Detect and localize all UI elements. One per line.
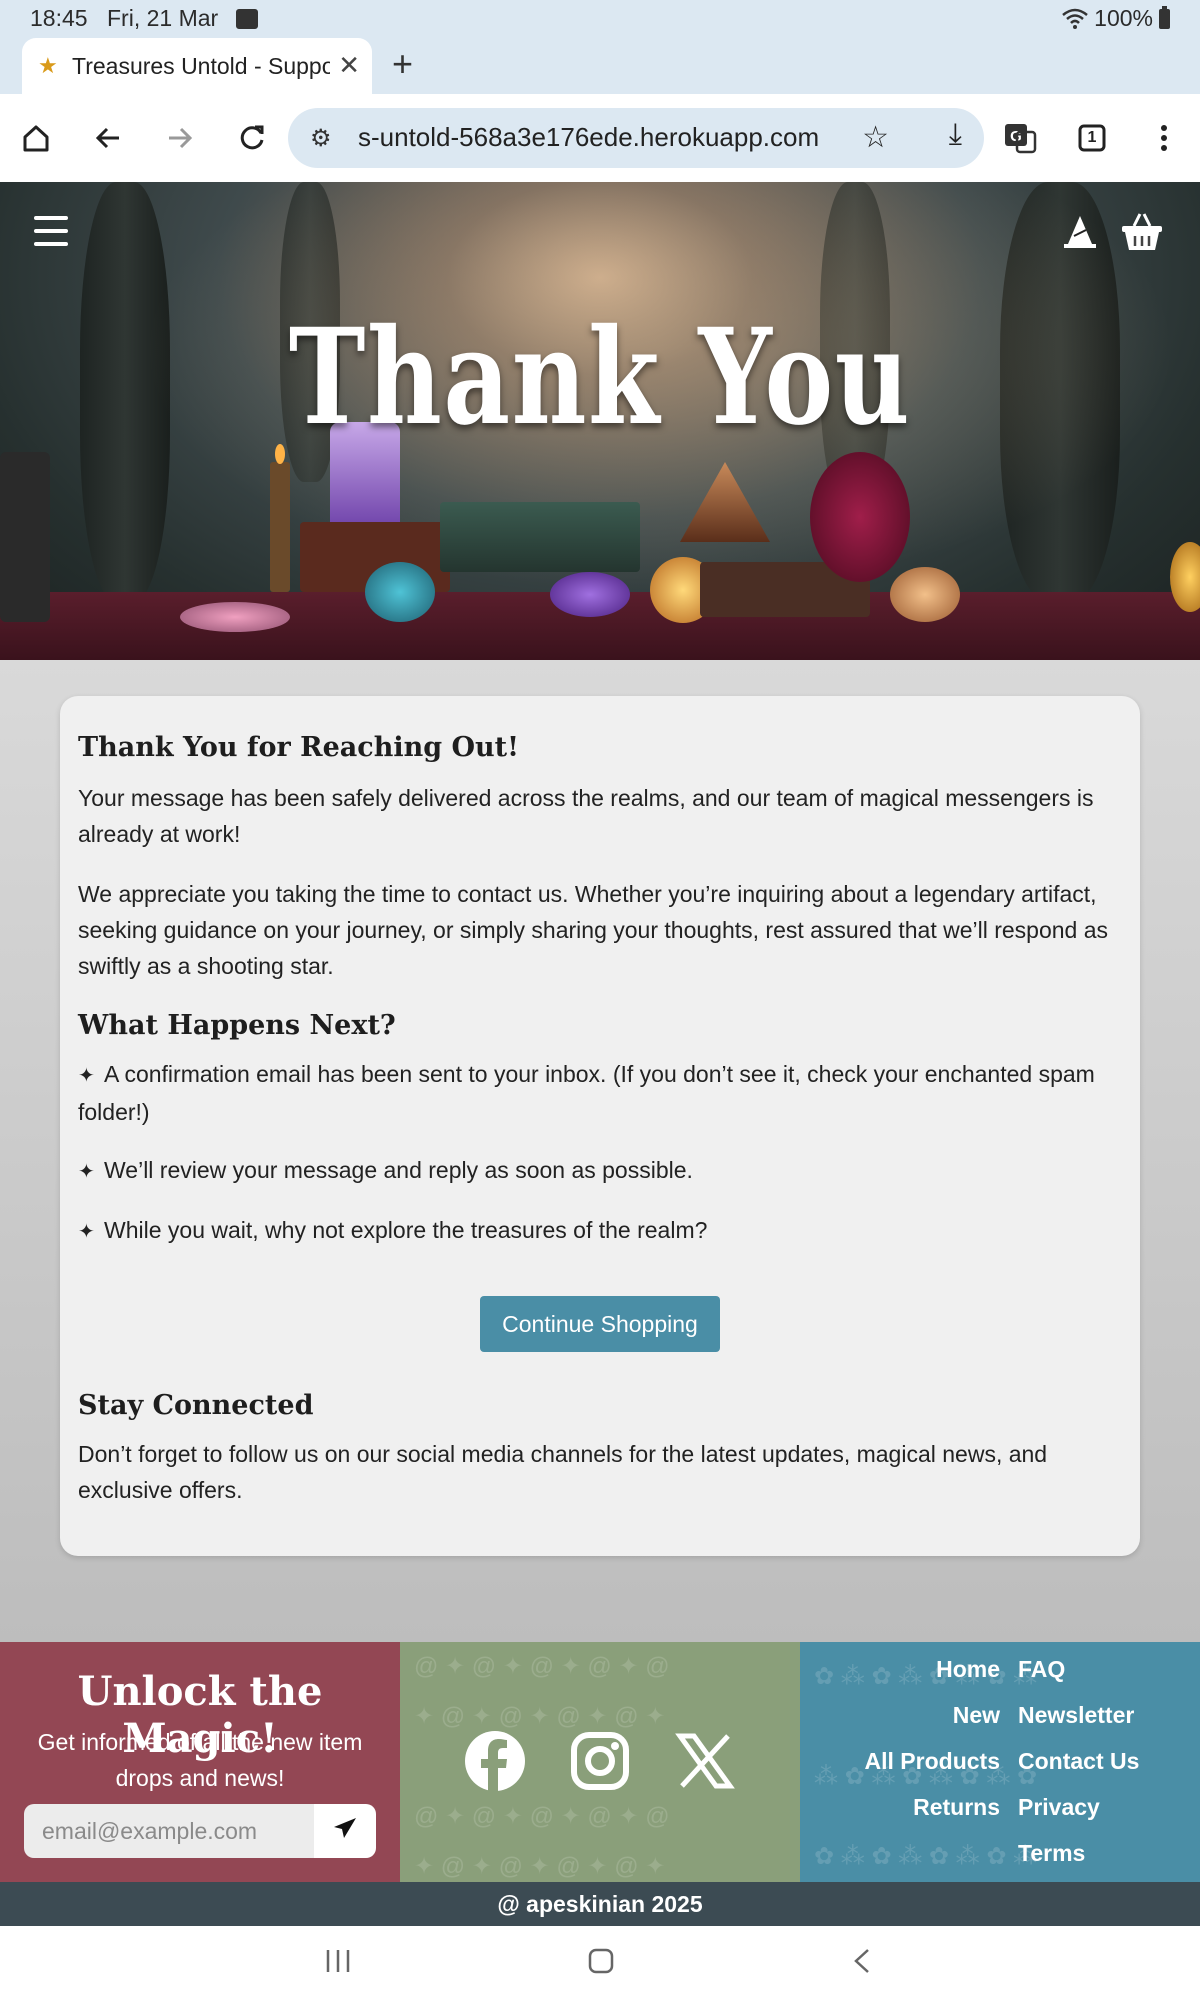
magic-wand-icon: ✦ xyxy=(78,1065,95,1087)
newsletter-text: Get informed of all the new item drops a… xyxy=(37,1729,363,1791)
send-icon[interactable] xyxy=(314,1804,376,1858)
heading-stay-connected: Stay Connected xyxy=(78,1390,314,1421)
browser-toolbar: ⚙ s-untold-568a3e176ede.herokuapp.com ☆ … xyxy=(0,94,1200,182)
magic-wand-icon: ✦ xyxy=(78,1161,95,1183)
appreciation-text: We appreciate you taking the time to con… xyxy=(78,881,1109,979)
footer-link-contact[interactable]: Contact Us xyxy=(1018,1748,1139,1775)
social-section: @ ✦ @ ✦ @ ✦ @ ✦ @ ✦ @ ✦ @ ✦ @ ✦ @ ✦ @ ✦ … xyxy=(400,1642,800,1882)
email-field[interactable] xyxy=(24,1804,314,1858)
list-item: ✦ While you wait, why not explore the tre… xyxy=(78,1212,1128,1250)
footer-link-returns[interactable]: Returns xyxy=(800,1794,1000,1821)
tab-title: Treasures Untold - Support xyxy=(72,52,330,79)
address-bar[interactable]: ⚙ s-untold-568a3e176ede.herokuapp.com ☆ … xyxy=(288,108,984,168)
footer-link-all-products[interactable]: All Products xyxy=(800,1748,1000,1775)
forward-icon[interactable] xyxy=(158,116,202,160)
gallery-icon xyxy=(236,9,258,29)
download-icon[interactable]: ⤓ xyxy=(949,118,962,152)
message-delivered-text: Your message has been safely delivered a… xyxy=(78,785,1094,847)
tab-count-icon[interactable]: 1 xyxy=(1070,116,1114,160)
tab-count: 1 xyxy=(1087,129,1097,146)
follow-us-text: Don’t forget to follow us on our social … xyxy=(78,1441,1048,1503)
x-icon[interactable] xyxy=(674,1730,736,1792)
home-icon[interactable] xyxy=(14,116,58,160)
footer-link-faq[interactable]: FAQ xyxy=(1018,1656,1065,1683)
wifi-icon xyxy=(1062,8,1088,29)
list-item: ✦ We’ll review your message and reply as … xyxy=(78,1152,1128,1190)
more-icon[interactable] xyxy=(1142,116,1186,160)
status-date: Fri, 21 Mar xyxy=(107,5,219,31)
footer-link-home[interactable]: Home xyxy=(800,1656,1000,1683)
thank-you-card: Thank You for Reaching Out! Your message… xyxy=(60,696,1140,1556)
close-icon[interactable]: ✕ xyxy=(338,50,360,81)
menu-icon[interactable] xyxy=(34,216,68,246)
footer-links-section: ✿ ⁂ ✿ ⁂ ✿ ⁂ ✿ ⁂ ⁂ ✿ ⁂ ✿ ⁂ ✿ ⁂ ✿ ✿ ⁂ ✿ ⁂ … xyxy=(800,1642,1200,1882)
system-nav-bar xyxy=(0,1926,1200,2000)
instagram-icon[interactable] xyxy=(569,1730,631,1792)
browser-tab[interactable]: ★ Treasures Untold - Support ✕ xyxy=(22,38,372,94)
list-item: ✦ A confirmation email has been sent to y… xyxy=(78,1056,1128,1130)
battery-icon xyxy=(1159,5,1170,29)
copyright-bar: @ apeskinian 2025 xyxy=(0,1882,1200,1926)
recents-icon[interactable] xyxy=(324,1946,352,1984)
list-item-text: A confirmation email has been sent to yo… xyxy=(78,1061,1095,1125)
battery-percent: 100% xyxy=(1094,5,1153,31)
heading-thank-you: Thank You for Reaching Out! xyxy=(78,732,519,763)
site-settings-icon[interactable]: ⚙ xyxy=(310,124,332,153)
favicon-icon: ★ xyxy=(38,53,58,78)
url-text[interactable]: s-untold-568a3e176ede.herokuapp.com xyxy=(358,122,858,153)
star-icon[interactable]: ☆ xyxy=(862,120,889,155)
footer-link-new[interactable]: New xyxy=(800,1702,1000,1729)
back-nav-icon[interactable] xyxy=(850,1946,874,1984)
translate-icon[interactable]: G xyxy=(998,116,1042,160)
status-bar: 18:45 Fri, 21 Mar 100% xyxy=(0,0,1200,36)
heading-what-next: What Happens Next? xyxy=(78,1010,396,1041)
list-item-text: We’ll review your message and reply as s… xyxy=(104,1157,693,1183)
tab-strip: ★ Treasures Untold - Support ✕ + xyxy=(0,36,1200,94)
facebook-icon[interactable] xyxy=(464,1730,526,1792)
list-item-text: While you wait, why not explore the trea… xyxy=(104,1217,708,1243)
continue-shopping-button[interactable]: Continue Shopping xyxy=(480,1296,720,1352)
footer-link-newsletter[interactable]: Newsletter xyxy=(1018,1702,1134,1729)
basket-icon[interactable] xyxy=(1120,212,1164,252)
footer-link-privacy[interactable]: Privacy xyxy=(1018,1794,1100,1821)
back-icon[interactable] xyxy=(86,116,130,160)
status-time: 18:45 xyxy=(30,5,88,31)
newsletter-section: Unlock the Magic! Get informed of all th… xyxy=(0,1642,400,1882)
home-nav-icon[interactable] xyxy=(586,1946,616,1984)
wizard-hat-icon[interactable] xyxy=(1062,214,1098,250)
footer-link-terms[interactable]: Terms xyxy=(1018,1840,1085,1867)
hero-banner: Thank You xyxy=(0,182,1200,660)
magic-wand-icon: ✦ xyxy=(78,1221,95,1243)
hero-title: Thank You xyxy=(288,300,912,455)
reload-icon[interactable] xyxy=(230,116,274,160)
plus-icon[interactable]: + xyxy=(392,44,413,84)
